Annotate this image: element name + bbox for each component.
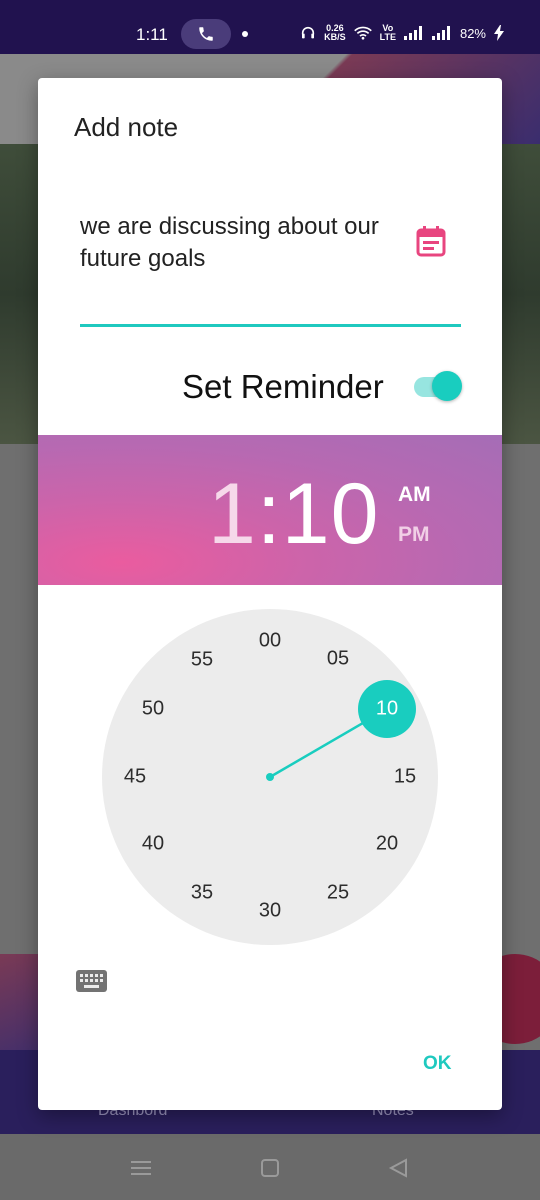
minute-label-25[interactable]: 25 bbox=[327, 882, 349, 905]
minute-label-30[interactable]: 30 bbox=[259, 900, 281, 923]
ongoing-call-pill[interactable] bbox=[181, 19, 231, 49]
minute-label-15[interactable]: 15 bbox=[394, 766, 416, 789]
status-icons: 0.26 KB/S Vo LTE 82% bbox=[300, 24, 504, 42]
calendar-icon[interactable] bbox=[416, 225, 446, 257]
pm-option[interactable]: PM bbox=[398, 523, 430, 547]
hour-display[interactable]: 1 bbox=[208, 466, 257, 562]
keyboard-icon[interactable] bbox=[76, 970, 107, 992]
notification-dot bbox=[242, 31, 248, 37]
minute-label-35[interactable]: 35 bbox=[191, 882, 213, 905]
time-separator: : bbox=[256, 466, 282, 562]
minute-display[interactable]: 10 bbox=[282, 466, 380, 562]
minute-label-10[interactable]: 10 bbox=[376, 698, 398, 721]
charging-bolt-icon bbox=[494, 25, 504, 41]
battery-percent: 82% bbox=[459, 25, 486, 41]
square-icon[interactable] bbox=[260, 1158, 280, 1178]
note-text-field[interactable]: we are discussing about our future goals bbox=[80, 211, 400, 275]
minute-label-45[interactable]: 45 bbox=[124, 766, 146, 789]
phone-icon bbox=[199, 27, 213, 41]
data-speed: 0.26 KB/S bbox=[324, 23, 346, 42]
minute-clock-face[interactable]: 00 05 10 15 20 25 30 35 40 45 50 55 bbox=[102, 609, 438, 945]
clock-hand bbox=[266, 680, 416, 781]
signal-icon-2 bbox=[431, 26, 450, 40]
wifi-icon bbox=[353, 26, 372, 40]
am-option[interactable]: AM bbox=[398, 483, 431, 507]
selected-time: 1:10 bbox=[208, 465, 379, 564]
reminder-toggle[interactable] bbox=[414, 371, 462, 401]
status-time: 1:11 bbox=[136, 25, 168, 44]
minute-label-00[interactable]: 00 bbox=[259, 630, 281, 653]
time-picker-header: 1:10 AM PM bbox=[38, 435, 502, 585]
volte-indicator: Vo LTE bbox=[379, 23, 396, 42]
minute-label-40[interactable]: 40 bbox=[142, 833, 164, 856]
system-nav-bar bbox=[0, 1134, 540, 1200]
minute-label-55[interactable]: 55 bbox=[191, 649, 213, 672]
note-field-underline bbox=[80, 324, 461, 327]
headset-icon bbox=[301, 26, 315, 39]
minute-label-05[interactable]: 05 bbox=[327, 648, 349, 671]
minute-label-50[interactable]: 50 bbox=[142, 698, 164, 721]
menu-icon[interactable] bbox=[131, 1158, 151, 1178]
dialog-title: Add note bbox=[74, 112, 179, 142]
add-note-dialog: Add note we are discussing about our fut… bbox=[38, 78, 502, 1110]
ok-button[interactable]: OK bbox=[423, 1053, 452, 1075]
set-reminder-label: Set Reminder bbox=[182, 368, 384, 405]
status-bar: 1:11 0.26 KB/S Vo LTE 82% bbox=[0, 0, 540, 54]
toggle-thumb bbox=[432, 371, 462, 401]
minute-label-20[interactable]: 20 bbox=[376, 833, 398, 856]
triangle-back-icon[interactable] bbox=[388, 1158, 408, 1178]
signal-icon bbox=[403, 26, 422, 40]
